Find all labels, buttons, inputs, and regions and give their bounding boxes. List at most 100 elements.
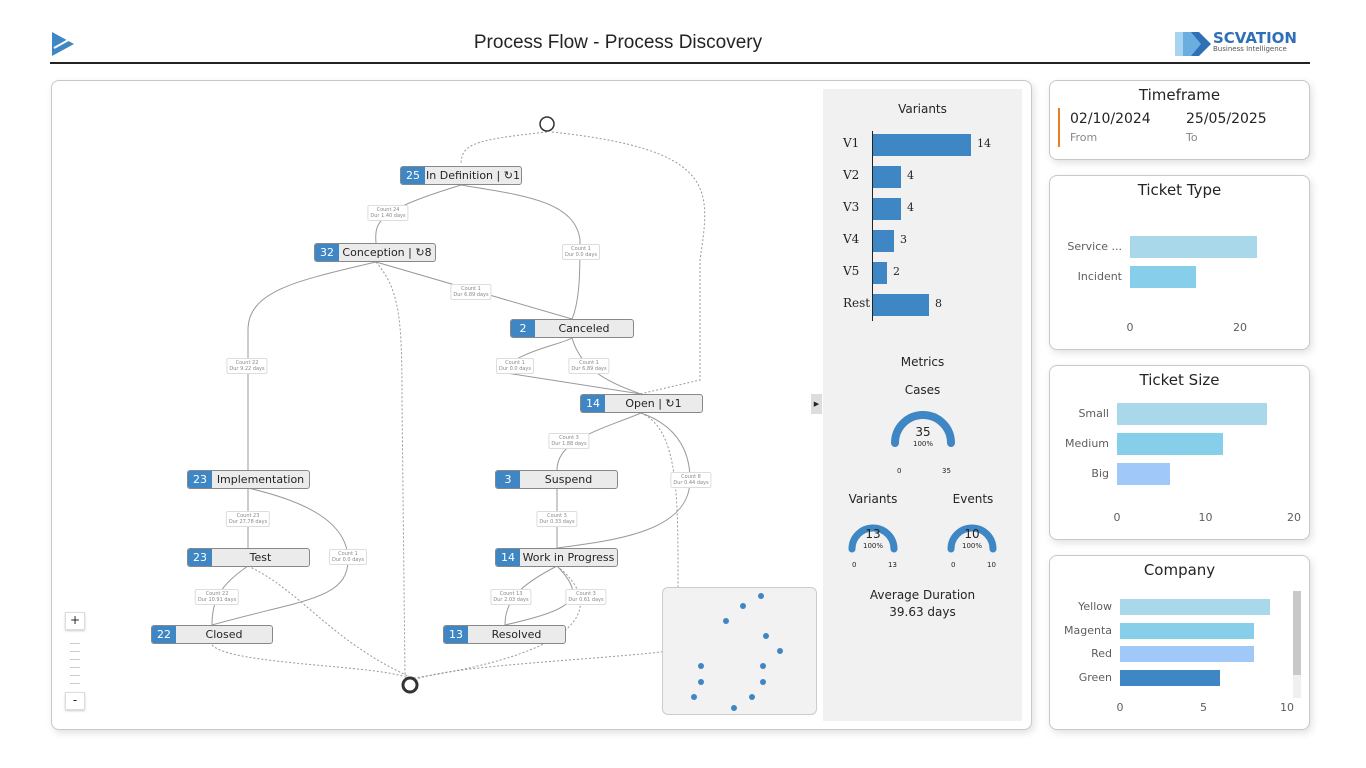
chart-bar[interactable] bbox=[1120, 599, 1271, 615]
edge-label: Count 1 Dur 6.89 days bbox=[450, 284, 492, 300]
process-node[interactable]: 25 In Definition | ↻1 bbox=[400, 166, 522, 185]
events-gauge-label: Events bbox=[952, 492, 994, 506]
process-node[interactable]: 13 Resolved bbox=[443, 625, 566, 644]
node-count: 32 bbox=[315, 244, 339, 261]
collapse-side-panel-button[interactable]: ▶ bbox=[811, 394, 822, 414]
node-count: 3 bbox=[496, 471, 520, 488]
cases-max: 35 bbox=[942, 467, 951, 475]
edge-duration: Dur 6.89 days bbox=[571, 366, 607, 372]
chart-bar[interactable] bbox=[1117, 403, 1268, 425]
chart-bar[interactable] bbox=[1130, 236, 1257, 258]
variant-bar[interactable] bbox=[873, 166, 901, 188]
minimap-dots bbox=[691, 593, 783, 711]
process-node[interactable]: 2 Canceled bbox=[510, 319, 634, 338]
edge-start-open bbox=[551, 131, 706, 395]
variants-title: Variants bbox=[898, 102, 947, 116]
variant-value: 4 bbox=[907, 201, 914, 214]
variant-label: V2 bbox=[843, 168, 860, 182]
axis-tick: 10 bbox=[1198, 511, 1213, 524]
chart-title: Ticket Size bbox=[1139, 371, 1220, 389]
variant-label: Rest bbox=[843, 296, 871, 310]
variant-bar[interactable] bbox=[873, 134, 971, 156]
variants-gauge-value: 13 bbox=[865, 527, 881, 541]
edge-duration: Dur 1.88 days bbox=[551, 441, 587, 447]
category-label: Yellow bbox=[1078, 600, 1112, 613]
edge-duration: Dur 27.78 days bbox=[228, 519, 268, 525]
process-node[interactable]: 32 Conception | ↻8 bbox=[314, 243, 436, 262]
category-label: Green bbox=[1078, 670, 1112, 684]
zoom-slider[interactable] bbox=[70, 636, 80, 686]
chart-bar[interactable] bbox=[1120, 622, 1254, 639]
axis-tick: 0 bbox=[1116, 701, 1124, 714]
process-node[interactable]: 14 Open | ↻1 bbox=[580, 394, 703, 413]
from-date[interactable]: 02/10/2024 bbox=[1070, 111, 1151, 127]
chart-bar[interactable] bbox=[1120, 646, 1254, 662]
zoom-out-button[interactable]: - bbox=[65, 692, 85, 710]
edge-start-in-definition bbox=[460, 131, 548, 165]
variants-gauge-pct: 100% bbox=[862, 542, 883, 550]
edge-wip-end bbox=[413, 565, 581, 679]
edge-duration: Dur 10.91 days bbox=[197, 597, 237, 603]
variant-bar[interactable] bbox=[873, 198, 901, 220]
process-node[interactable]: 23 Implementation bbox=[187, 470, 310, 489]
variant-bar[interactable] bbox=[873, 262, 887, 284]
process-node[interactable]: 3 Suspend bbox=[495, 470, 618, 489]
edge-label: Count 1 Dur 0.0 days bbox=[561, 244, 601, 260]
variant-bar[interactable] bbox=[873, 294, 929, 316]
cases-min: 0 bbox=[897, 467, 902, 475]
category-label: Incident bbox=[1077, 270, 1122, 283]
edge-label: Count 23 Dur 27.78 days bbox=[225, 511, 271, 527]
node-label: Suspend bbox=[544, 473, 593, 486]
variant-label: V4 bbox=[843, 232, 860, 246]
events-gauge-min: 0 bbox=[951, 561, 956, 569]
variant-value: 4 bbox=[907, 169, 914, 182]
edge-label: Count 3 Dur 1.88 days bbox=[548, 433, 590, 449]
chart-bar[interactable] bbox=[1117, 433, 1224, 455]
variants-gauge-label: Variants bbox=[848, 492, 898, 506]
category-label: Small bbox=[1078, 407, 1109, 420]
chart-bar[interactable] bbox=[1117, 463, 1171, 485]
category-label: Magenta bbox=[1063, 623, 1112, 637]
start-node bbox=[539, 116, 555, 132]
to-label: To bbox=[1186, 131, 1198, 144]
variant-label: V1 bbox=[843, 136, 860, 150]
minimap[interactable] bbox=[662, 587, 817, 715]
node-label: Test bbox=[249, 551, 272, 564]
company-scrollbar[interactable] bbox=[1293, 591, 1301, 698]
variant-value: 2 bbox=[893, 265, 900, 278]
edge-duration: Dur 0.0 days bbox=[498, 366, 532, 372]
chart-bar[interactable] bbox=[1120, 669, 1221, 686]
to-date[interactable]: 25/05/2025 bbox=[1186, 111, 1267, 127]
process-node[interactable]: 22 Closed bbox=[151, 625, 273, 644]
process-node[interactable]: 23 Test bbox=[187, 548, 310, 567]
variant-label: V5 bbox=[843, 264, 860, 278]
cases-pct: 100% bbox=[912, 440, 933, 448]
node-label: Open | ↻1 bbox=[625, 397, 682, 410]
category-label: Big bbox=[1091, 467, 1109, 480]
cases-value: 35 bbox=[915, 425, 931, 439]
axis-tick: 0 bbox=[1126, 321, 1134, 334]
process-node[interactable]: 14 Work in Progress bbox=[495, 548, 618, 567]
zoom-in-button[interactable]: + bbox=[65, 612, 85, 630]
node-label: Work in Progress bbox=[522, 551, 615, 564]
chart-bar[interactable] bbox=[1130, 266, 1196, 288]
variant-value: 8 bbox=[935, 297, 942, 310]
edge-closed-end bbox=[211, 644, 409, 679]
category-label: Red bbox=[1091, 647, 1112, 660]
axis-tick: 20 bbox=[1233, 321, 1247, 334]
events-gauge-max: 10 bbox=[987, 561, 996, 569]
edge-duration: Dur 0.0 days bbox=[331, 557, 365, 563]
edge-duration: Dur 6.89 days bbox=[453, 292, 489, 298]
from-label: From bbox=[1070, 131, 1098, 144]
node-label: Closed bbox=[205, 628, 243, 641]
end-node bbox=[401, 676, 419, 694]
avg-duration-value: 39.63 days bbox=[889, 605, 956, 619]
edge-label: Count 8 Dur 0.44 days bbox=[670, 472, 712, 488]
axis-tick: 10 bbox=[1280, 701, 1294, 714]
axis-tick: 5 bbox=[1200, 701, 1207, 714]
node-label: Canceled bbox=[558, 322, 610, 335]
variant-bar[interactable] bbox=[873, 230, 894, 252]
ticket-type-card: Ticket Type Service ... Incident 0 20 bbox=[1049, 175, 1310, 350]
node-count: 13 bbox=[444, 626, 468, 643]
edge-test-end bbox=[247, 565, 409, 677]
